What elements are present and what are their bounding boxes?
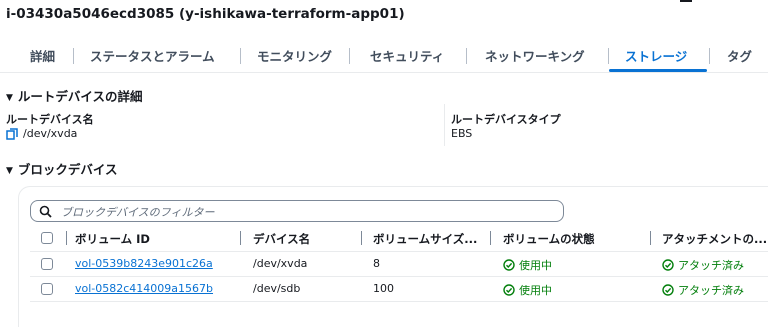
column-header-device-name[interactable]: デバイス名 — [253, 231, 310, 247]
volume-state-cell: 使用中 — [503, 257, 552, 273]
row-checkbox[interactable] — [41, 283, 53, 295]
tab-separator — [709, 48, 710, 64]
column-separator[interactable] — [490, 231, 491, 245]
column-separator[interactable] — [650, 231, 651, 245]
root-device-type-value: EBS — [451, 127, 473, 140]
search-icon — [39, 205, 52, 218]
tab-monitoring[interactable]: モニタリング — [257, 46, 332, 65]
attachment-state-text: アタッチ済み — [678, 284, 744, 297]
root-device-name-label: ルートデバイス名 — [6, 113, 94, 126]
tab-storage[interactable]: ストレージ — [625, 46, 687, 65]
tab-status-alarms[interactable]: ステータスとアラーム — [90, 46, 215, 65]
tab-bar: 詳細 ステータスとアラーム モニタリング セキュリティ ネットワーキング ストレ… — [0, 44, 768, 73]
volume-size-cell: 100 — [373, 282, 394, 295]
tab-networking[interactable]: ネットワーキング — [485, 46, 585, 65]
check-circle-icon — [503, 284, 515, 296]
check-circle-icon — [662, 284, 674, 296]
tab-separator — [608, 48, 609, 64]
header-divider — [30, 251, 768, 252]
tab-separator — [73, 48, 74, 64]
root-device-type-label: ルートデバイスタイプ — [451, 113, 561, 126]
attachment-state-cell: アタッチ済み — [662, 282, 744, 298]
volume-state-text: 使用中 — [519, 284, 552, 297]
column-separator[interactable] — [240, 231, 241, 245]
copy-icon[interactable] — [6, 127, 19, 140]
tab-security[interactable]: セキュリティ — [370, 46, 444, 65]
block-device-filter-input[interactable]: ブロックデバイスのフィルター — [30, 200, 564, 222]
caret-down-icon: ▼ — [6, 166, 13, 176]
tab-separator — [466, 48, 467, 64]
row-checkbox[interactable] — [41, 258, 53, 270]
tab-separator — [349, 48, 350, 64]
block-devices-heading: ブロックデバイス — [17, 162, 118, 177]
root-device-section-toggle[interactable]: ▼ ルートデバイスの詳細 — [6, 86, 143, 105]
tab-tags[interactable]: タグ — [727, 46, 752, 65]
caret-down-icon: ▼ — [6, 93, 13, 103]
block-devices-section-toggle[interactable]: ▼ ブロックデバイス — [6, 159, 118, 178]
select-all-checkbox[interactable] — [41, 232, 53, 244]
column-header-attachment[interactable]: アタッチメントの... — [662, 231, 767, 247]
device-name-cell: /dev/xvda — [253, 257, 308, 270]
attachment-state-text: アタッチ済み — [678, 259, 744, 272]
row-divider — [30, 301, 768, 302]
minimize-mark — [680, 0, 692, 2]
check-circle-icon — [503, 259, 515, 271]
filter-placeholder: ブロックデバイスのフィルター — [61, 206, 215, 219]
tab-separator — [240, 48, 241, 64]
column-header-volume-size[interactable]: ボリュームサイズ... — [373, 231, 477, 247]
volume-state-cell: 使用中 — [503, 282, 552, 298]
volume-id-link[interactable]: vol-0539b8243e901c26a — [75, 257, 213, 270]
root-device-heading: ルートデバイスの詳細 — [17, 89, 143, 104]
column-divider — [444, 104, 445, 146]
active-tab-indicator — [609, 69, 707, 72]
tab-details[interactable]: 詳細 — [30, 46, 55, 65]
volume-size-cell: 8 — [373, 257, 380, 270]
column-header-volume-state[interactable]: ボリュームの状態 — [503, 231, 595, 247]
volume-id-link[interactable]: vol-0582c414009a1567b — [75, 282, 213, 295]
column-separator — [66, 231, 67, 245]
volume-state-text: 使用中 — [519, 259, 552, 272]
device-name-cell: /dev/sdb — [253, 282, 301, 295]
instance-title: i-03430a5046ecd3085 (y-ishikawa-terrafor… — [6, 6, 405, 22]
column-separator[interactable] — [361, 231, 362, 245]
check-circle-icon — [662, 259, 674, 271]
row-divider — [30, 276, 768, 277]
column-header-volume-id[interactable]: ボリューム ID — [75, 231, 150, 247]
attachment-state-cell: アタッチ済み — [662, 257, 744, 273]
root-device-name-value: /dev/xvda — [23, 127, 78, 140]
